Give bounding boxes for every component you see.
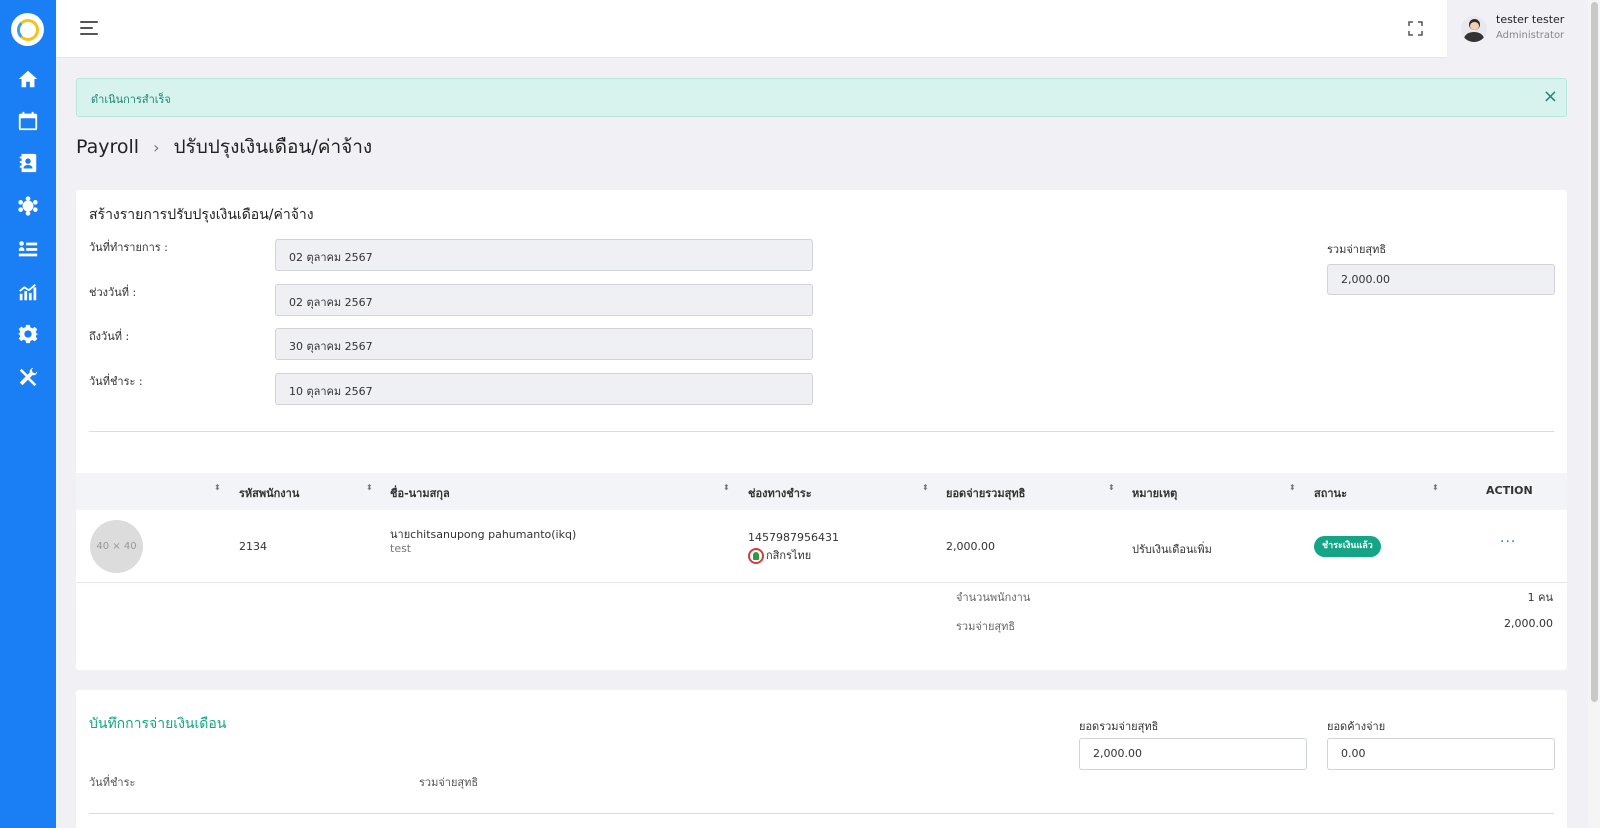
payment-date-input[interactable]: 10 ตุลาคม 2567 — [275, 373, 813, 405]
list-icon[interactable] — [16, 237, 40, 261]
gear-icon[interactable] — [16, 322, 40, 346]
col-employee-id[interactable]: รหัสพนักงาน — [239, 484, 299, 502]
fullscreen-icon[interactable] — [1408, 21, 1423, 36]
sort-icon[interactable]: ⬍ — [1108, 484, 1115, 492]
net-amount: 2,000.00 — [946, 540, 995, 553]
home-icon[interactable] — [16, 67, 40, 91]
total-paid-label: ยอดรวมจ่ายสุทธิ — [1079, 720, 1159, 733]
sort-icon[interactable]: ⬍ — [1432, 484, 1439, 492]
col-net-total[interactable]: ยอดจ่ายรวมสุทธิ — [946, 484, 1025, 502]
more-actions-icon[interactable]: ··· — [1500, 534, 1516, 550]
employee-count-value: 1 คน — [1527, 591, 1553, 604]
users-gear-icon[interactable] — [16, 194, 40, 218]
summary-net-value: 2,000.00 — [1504, 617, 1553, 630]
card-title: สร้างรายการปรับปรุงเงินเดือน/ค่าจ้าง — [89, 207, 314, 223]
col-status[interactable]: สถานะ — [1314, 484, 1347, 502]
menu-toggle-icon[interactable] — [80, 21, 98, 35]
col-payment-channel[interactable]: ช่องทางชำระ — [748, 484, 812, 502]
period-end-input[interactable]: 30 ตุลาคม 2567 — [275, 328, 813, 360]
transaction-date-input[interactable]: 02 ตุลาคม 2567 — [275, 239, 813, 271]
calendar-dollar-icon[interactable]: $ — [16, 109, 40, 133]
net-total-label: รวมจ่ายสุทธิ — [1327, 243, 1387, 256]
sort-icon[interactable]: ⬍ — [922, 484, 929, 492]
status-badge: ชำระเงินแล้ว — [1314, 536, 1381, 557]
divider — [89, 431, 1554, 432]
app-logo[interactable] — [11, 13, 44, 46]
col-action: ACTION — [1486, 484, 1533, 497]
divider — [89, 813, 1554, 814]
chart-icon[interactable] — [16, 280, 40, 304]
sort-icon[interactable]: ⬍ — [214, 484, 221, 492]
note: ปรับเงินเดือนเพิ่ม — [1132, 543, 1212, 556]
col-pay-date: วันที่ชำระ — [89, 776, 136, 789]
period-start-label: ช่วงวันที่ : — [89, 286, 137, 299]
tools-icon[interactable] — [16, 365, 40, 389]
payment-date-label: วันที่ชำระ : — [89, 375, 143, 388]
close-icon[interactable]: × — [1543, 86, 1558, 108]
sidebar: $ — [0, 0, 56, 828]
employee-id: 2134 — [239, 540, 267, 553]
payment-record-card: บันทึกการจ่ายเงินเดือน ยอดรวมจ่ายสุทธิ 2… — [76, 690, 1567, 828]
employee-photo: 40 × 40 — [90, 520, 143, 573]
user-menu[interactable]: tester tester Administrator — [1447, 0, 1588, 58]
net-total-input[interactable]: 2,000.00 — [1327, 264, 1555, 295]
outstanding-label: ยอดค้างจ่าย — [1327, 720, 1386, 733]
avatar — [1461, 16, 1487, 42]
alert-message: ดำเนินการสำเร็จ — [91, 93, 171, 106]
col-net-paid: รวมจ่ายสุทธิ — [419, 776, 479, 789]
page-scrollbar[interactable] — [1588, 0, 1600, 828]
user-role: Administrator — [1496, 30, 1565, 41]
breadcrumb-current: ปรับปรุงเงินเดือน/ค่าจ้าง — [173, 136, 373, 158]
bank: กสิกรไทย — [748, 546, 811, 564]
col-note[interactable]: หมายเหตุ — [1132, 484, 1177, 502]
bank-name: กสิกรไทย — [766, 549, 812, 562]
transaction-date-label: วันที่ทำรายการ : — [89, 241, 168, 254]
svg-text:$: $ — [25, 119, 31, 129]
employee-count-label: จำนวนพนักงาน — [956, 591, 1031, 604]
period-end-label: ถึงวันที่ : — [89, 330, 130, 343]
topbar: tester tester Administrator — [56, 0, 1588, 58]
success-alert: ดำเนินการสำเร็จ × — [76, 78, 1567, 117]
outstanding-input[interactable]: 0.00 — [1327, 738, 1555, 770]
sort-icon[interactable]: ⬍ — [366, 484, 373, 492]
total-paid-input[interactable]: 2,000.00 — [1079, 738, 1307, 770]
breadcrumb-root[interactable]: Payroll — [76, 136, 139, 158]
payment-record-title: บันทึกการจ่ายเงินเดือน — [89, 716, 227, 732]
breadcrumb: Payroll › ปรับปรุงเงินเดือน/ค่าจ้าง — [76, 132, 372, 162]
bank-account: 1457987956431 — [748, 531, 839, 544]
user-name: tester tester — [1496, 13, 1565, 26]
col-name[interactable]: ชื่อ-นามสกุล — [390, 484, 450, 502]
address-book-icon[interactable] — [16, 151, 40, 175]
chevron-right-icon: › — [153, 137, 160, 157]
sort-icon[interactable]: ⬍ — [723, 484, 730, 492]
employee-name-sub: test — [390, 542, 412, 555]
salary-adjustment-card: สร้างรายการปรับปรุงเงินเดือน/ค่าจ้าง วัน… — [76, 190, 1567, 670]
employee-name: นายchitsanupong pahumanto(ikq) — [390, 528, 577, 541]
bank-logo-icon — [748, 548, 764, 564]
period-start-input[interactable]: 02 ตุลาคม 2567 — [275, 284, 813, 316]
summary-net-label: รวมจ่ายสุทธิ — [956, 620, 1016, 633]
sort-icon[interactable]: ⬍ — [1289, 484, 1296, 492]
table-header: ⬍ รหัสพนักงาน ⬍ ชื่อ-นามสกุล ⬍ ช่องทางชำ… — [76, 473, 1567, 510]
table-row: 40 × 40 2134 นายchitsanupong pahumanto(i… — [76, 510, 1567, 583]
